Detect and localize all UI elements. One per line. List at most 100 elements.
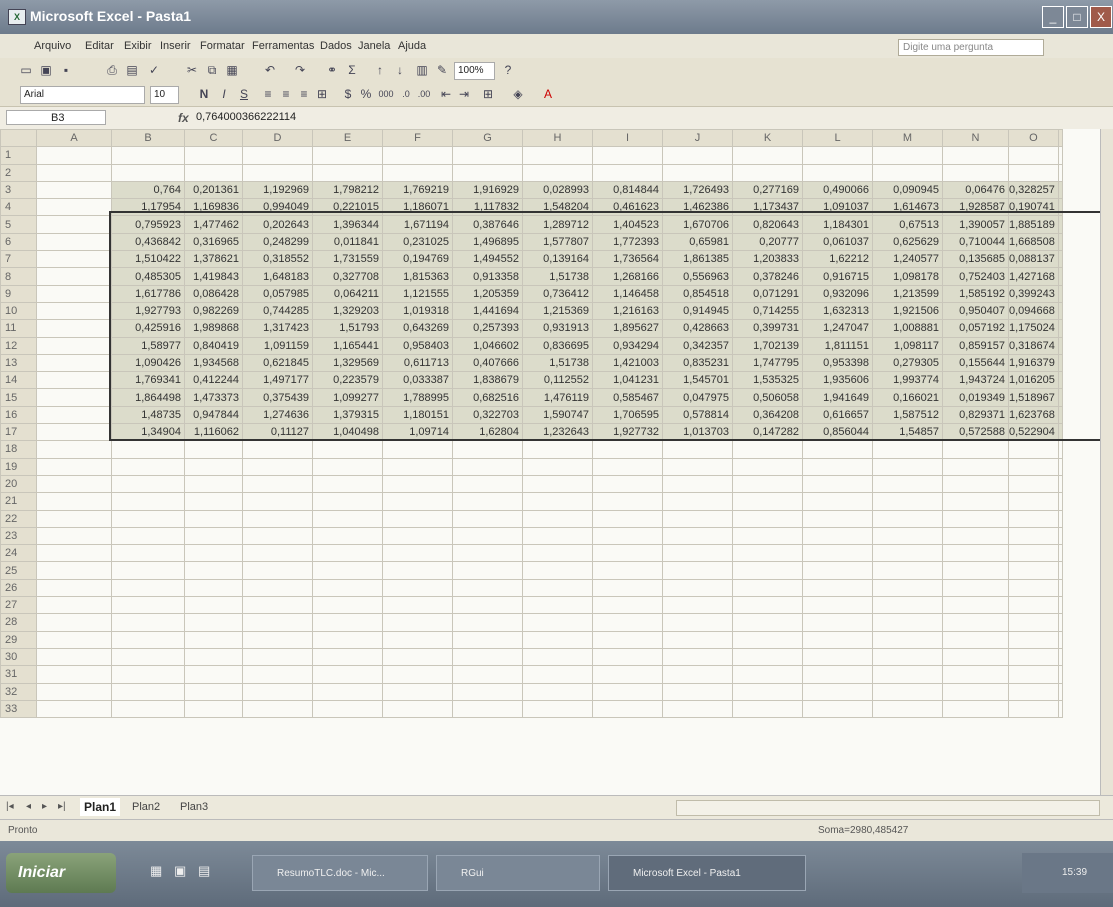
cell[interactable]: [312, 457, 383, 476]
cell[interactable]: [942, 509, 1009, 528]
cell[interactable]: 0,221015: [312, 198, 383, 217]
column-header[interactable]: F: [382, 129, 453, 148]
cell[interactable]: [522, 647, 593, 667]
decrease-indent-icon[interactable]: ⇤: [438, 86, 454, 102]
cell[interactable]: 1,329203: [312, 301, 383, 321]
row-header[interactable]: 14: [0, 371, 37, 390]
cell[interactable]: [184, 440, 243, 459]
cell[interactable]: [111, 474, 185, 494]
cell[interactable]: [1057, 647, 1063, 667]
row-header[interactable]: 27: [0, 596, 37, 615]
cell[interactable]: [36, 267, 112, 286]
cell[interactable]: 0,028993: [522, 180, 593, 200]
cell[interactable]: [312, 665, 383, 684]
menu-ferramentas[interactable]: Ferramentas: [252, 40, 314, 52]
cell[interactable]: [872, 665, 943, 684]
cell[interactable]: [452, 440, 523, 459]
cell[interactable]: 0,436842: [111, 232, 185, 252]
cell[interactable]: [662, 163, 733, 182]
row-header[interactable]: 15: [0, 388, 37, 407]
cell[interactable]: 1,184301: [802, 215, 873, 234]
align-center-icon[interactable]: ≡: [278, 86, 294, 102]
cell[interactable]: [312, 163, 383, 182]
cell[interactable]: 0,090945: [872, 180, 943, 200]
maximize-button[interactable]: □: [1066, 6, 1088, 28]
print-preview-icon[interactable]: ▤: [124, 62, 140, 78]
row-header[interactable]: 6: [0, 232, 37, 252]
cell[interactable]: 1,098117: [872, 336, 943, 355]
cell[interactable]: 0,744285: [242, 301, 313, 321]
cell[interactable]: 0,931913: [522, 319, 593, 338]
cell[interactable]: 1,289712: [522, 215, 593, 234]
cell[interactable]: 0,572588: [942, 423, 1009, 442]
cell[interactable]: [184, 509, 243, 528]
column-header[interactable]: B: [111, 129, 185, 148]
cell[interactable]: [452, 630, 523, 649]
cell[interactable]: 1,510422: [111, 250, 185, 269]
cell[interactable]: [802, 613, 873, 632]
column-header[interactable]: N: [942, 129, 1009, 148]
cell[interactable]: [1057, 232, 1063, 252]
cell[interactable]: [452, 457, 523, 476]
cell[interactable]: [36, 457, 112, 476]
row-header[interactable]: 13: [0, 353, 37, 373]
cell[interactable]: 0,147282: [732, 423, 803, 442]
increase-decimal-icon[interactable]: .0: [398, 86, 414, 102]
cell[interactable]: [942, 544, 1009, 563]
cell[interactable]: 1,040498: [312, 423, 383, 442]
cell[interactable]: [732, 682, 803, 701]
cell[interactable]: [184, 474, 243, 494]
cell[interactable]: [1057, 578, 1063, 598]
cell[interactable]: [1057, 371, 1063, 390]
cell[interactable]: [802, 596, 873, 615]
column-header[interactable]: C: [184, 129, 243, 148]
cell[interactable]: [1057, 526, 1063, 546]
cell[interactable]: [802, 699, 873, 719]
cell[interactable]: 1,329569: [312, 353, 383, 373]
cell[interactable]: 1,62212: [802, 250, 873, 269]
increase-indent-icon[interactable]: ⇥: [456, 86, 472, 102]
cell[interactable]: [111, 578, 185, 598]
cell[interactable]: 1,213599: [872, 284, 943, 303]
cell[interactable]: [802, 440, 873, 459]
cell[interactable]: 1,192969: [242, 180, 313, 200]
cell[interactable]: 1,928587: [942, 198, 1009, 217]
cell[interactable]: 0,047975: [662, 388, 733, 407]
row-header[interactable]: 30: [0, 647, 37, 667]
cell[interactable]: 0,202643: [242, 215, 313, 234]
vertical-scrollbar[interactable]: [1100, 129, 1113, 795]
bold-button[interactable]: N: [196, 86, 212, 102]
fx-icon[interactable]: fx: [178, 111, 189, 125]
start-button[interactable]: Iniciar: [6, 853, 116, 893]
cell[interactable]: 1,477462: [184, 215, 243, 234]
cell[interactable]: [592, 647, 663, 667]
cell[interactable]: 0,064211: [312, 284, 383, 303]
cell[interactable]: [662, 146, 733, 165]
cell[interactable]: 1,116062: [184, 423, 243, 442]
tab-plan2[interactable]: Plan2: [132, 798, 160, 816]
cell[interactable]: [382, 457, 453, 476]
cell[interactable]: [592, 163, 663, 182]
row-header[interactable]: 31: [0, 665, 37, 684]
cell[interactable]: [312, 474, 383, 494]
cell[interactable]: [1008, 561, 1059, 580]
cell[interactable]: [872, 526, 943, 546]
align-left-icon[interactable]: ≡: [260, 86, 276, 102]
explorer-quicklaunch-icon[interactable]: ▦: [150, 863, 162, 879]
cell[interactable]: 0,932096: [802, 284, 873, 303]
cell[interactable]: 1,769341: [111, 371, 185, 390]
cell[interactable]: [1008, 596, 1059, 615]
cell[interactable]: [242, 699, 313, 719]
cell[interactable]: 1,811151: [802, 336, 873, 355]
cell[interactable]: [1008, 647, 1059, 667]
cell[interactable]: 0,11127: [242, 423, 313, 442]
cell[interactable]: 1,726493: [662, 180, 733, 200]
cell[interactable]: [111, 596, 185, 615]
cell[interactable]: [1008, 682, 1059, 701]
cell[interactable]: [732, 578, 803, 598]
cell[interactable]: [732, 492, 803, 511]
cell[interactable]: [36, 405, 112, 425]
cell[interactable]: [111, 440, 185, 459]
cell[interactable]: [36, 423, 112, 442]
cell[interactable]: [184, 578, 243, 598]
